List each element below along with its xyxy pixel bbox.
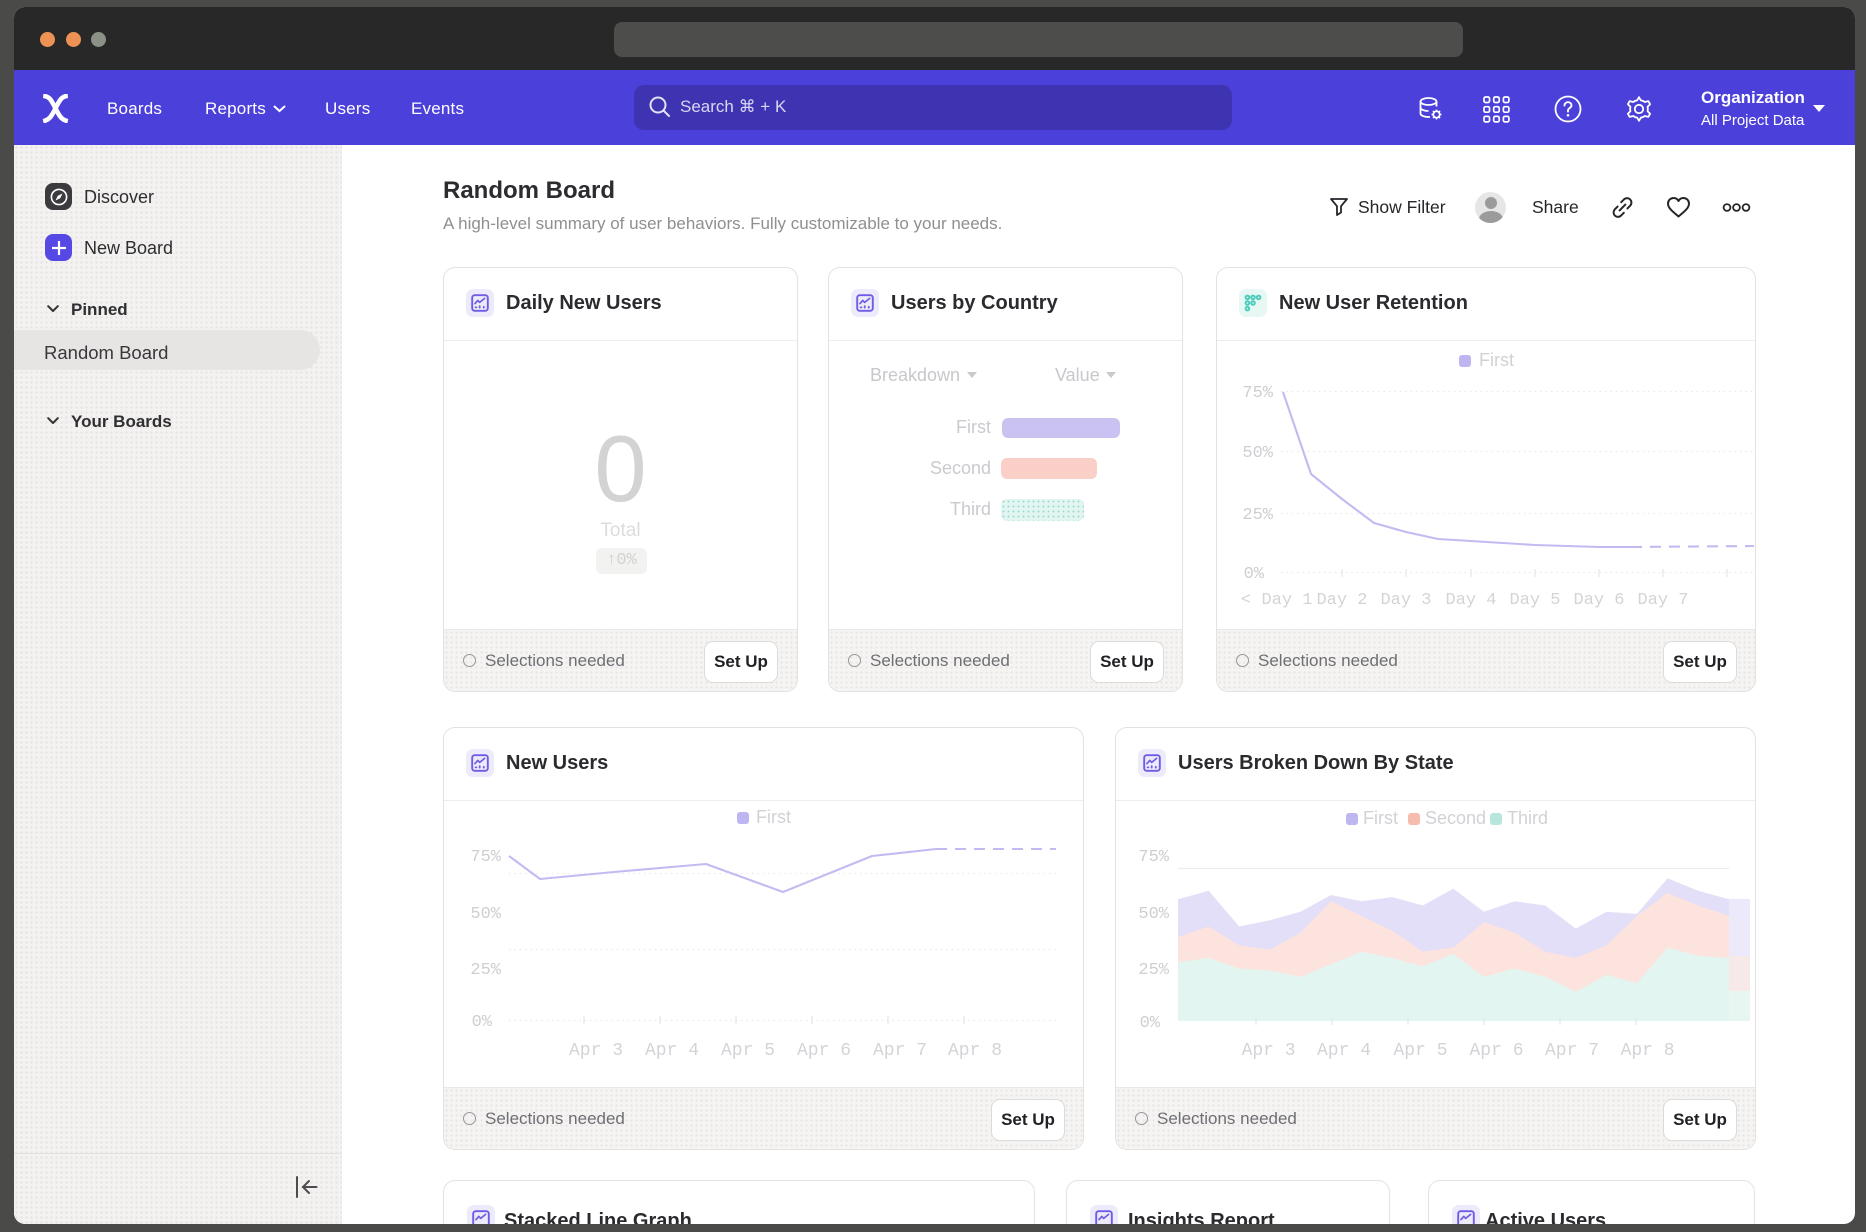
svg-text:0%: 0% <box>472 1013 493 1032</box>
svg-text:Apr 4: Apr 4 <box>645 1041 699 1061</box>
svg-text:Apr 5: Apr 5 <box>721 1041 775 1061</box>
svg-text:25%: 25% <box>1242 506 1273 525</box>
svg-text:Apr 3: Apr 3 <box>1242 1041 1296 1061</box>
svg-text:Apr 7: Apr 7 <box>873 1041 927 1061</box>
svg-text:Day 5: Day 5 <box>1509 591 1560 610</box>
svg-text:Day 7: Day 7 <box>1637 591 1688 610</box>
svg-text:25%: 25% <box>470 961 501 980</box>
svg-text:Day 6: Day 6 <box>1573 591 1624 610</box>
svg-text:Apr 4: Apr 4 <box>1317 1041 1371 1061</box>
svg-text:Day 2: Day 2 <box>1316 591 1367 610</box>
svg-text:25%: 25% <box>1138 961 1169 980</box>
svg-text:First: First <box>1363 808 1398 828</box>
svg-text:75%: 75% <box>1242 384 1273 403</box>
svg-text:Second: Second <box>1425 808 1486 828</box>
svg-text:Third: Third <box>1507 808 1548 828</box>
svg-text:Apr 7: Apr 7 <box>1545 1041 1599 1061</box>
svg-text:Day 4: Day 4 <box>1445 591 1496 610</box>
svg-text:Day 3: Day 3 <box>1380 591 1431 610</box>
svg-text:0%: 0% <box>1140 1014 1161 1033</box>
svg-text:50%: 50% <box>1138 905 1169 924</box>
svg-text:Apr 3: Apr 3 <box>569 1041 623 1061</box>
svg-text:Day 1: Day 1 <box>1261 591 1312 610</box>
svg-text:75%: 75% <box>1138 848 1169 867</box>
svg-text:50%: 50% <box>1242 444 1273 463</box>
svg-text:Apr 6: Apr 6 <box>1469 1041 1523 1061</box>
svg-text:First: First <box>756 807 791 827</box>
svg-text:Apr 6: Apr 6 <box>797 1041 851 1061</box>
svg-text:Apr 8: Apr 8 <box>948 1041 1002 1061</box>
svg-text:<: < <box>1241 591 1251 610</box>
svg-text:0%: 0% <box>1244 565 1265 584</box>
svg-text:First: First <box>1479 350 1514 370</box>
svg-text:Apr 5: Apr 5 <box>1393 1041 1447 1061</box>
svg-text:50%: 50% <box>470 905 501 924</box>
svg-text:Apr 8: Apr 8 <box>1621 1041 1675 1061</box>
svg-text:75%: 75% <box>470 848 501 867</box>
